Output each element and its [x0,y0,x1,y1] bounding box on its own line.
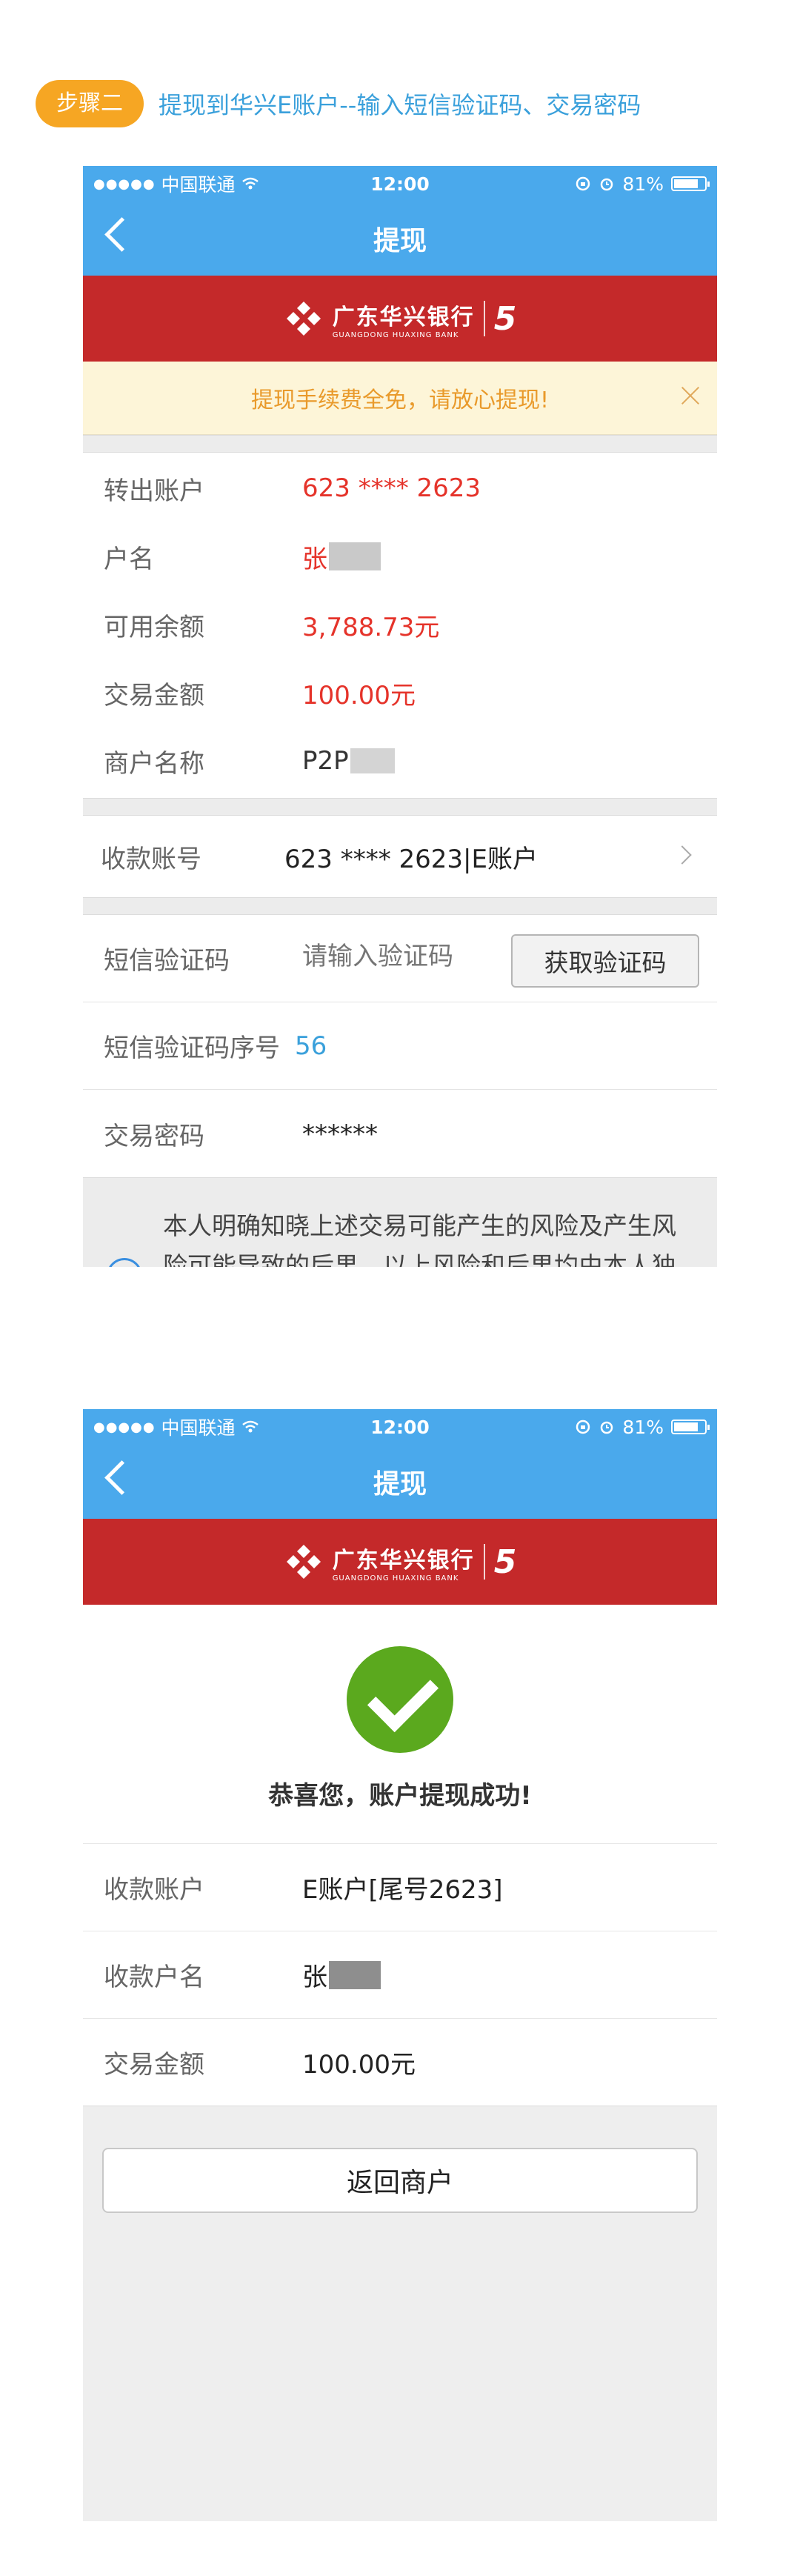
info-value: P2P [302,746,349,776]
bank-name-en: GUANGDONG HUAXING BANK [332,1574,459,1582]
result-value: 张 [302,1963,327,1992]
account-info: 转出账户 623 **** 2623 户名 张 可用余额 3,788.73元 交易金额… [83,454,717,795]
status-bar: ●●●●● 中国联通 12:00 81% [83,1409,717,1445]
password-field[interactable]: ****** [302,1119,378,1149]
bank-name: 广东华兴银行 [332,304,475,330]
info-row: 可用余额 3,788.73元 [83,590,717,659]
status-bar: ●●●●● 中国联通 12:00 81% [83,166,717,202]
receive-value: 623 **** 2623|E账户 [284,844,538,874]
info-row: 转出账户 623 **** 2623 [83,454,717,522]
info-value: 张 [302,544,327,574]
sms-code-label: 短信验证码 [104,946,230,976]
redacted-mask [329,542,381,570]
close-icon[interactable] [679,384,702,407]
info-row: 户名 张 [83,522,717,590]
bank-name: 广东华兴银行 [332,1547,475,1574]
status-time: 12:00 [370,1416,430,1438]
password-row: 交易密码 ****** [83,1090,717,1177]
info-row: 商户名称 P2P [83,727,717,795]
step-title: 提现到华兴E账户--输入短信验证码、交易密码 [159,91,641,119]
redacted-mask [350,748,395,773]
result-value: 100.00元 [302,2050,416,2080]
status-time: 12:00 [370,173,430,195]
bottom-area: 返回商户 [83,2106,717,2521]
back-icon[interactable] [104,1460,139,1495]
battery-icon [671,176,710,191]
bank-name-en: GUANGDONG HUAXING BANK [332,330,459,339]
receive-label: 收款账号 [101,844,201,874]
info-row: 交易金额 100.00元 [83,659,717,727]
bank-logo-icon [286,1545,321,1579]
agreement-text: 本人明确知晓上述交易可能产生的风险及产生风险可能导致的后果。以上风险和后果均由本… [163,1211,676,1267]
info-label: 可用余额 [104,612,204,642]
result-row: 收款账户 E账户[尾号2623] [83,1843,717,1931]
nav-bar: 提现 [83,202,717,276]
result-label: 交易金额 [104,2050,204,2080]
result-row: 收款户名 张 [83,1931,717,2018]
nav-bar: 提现 [83,1445,717,1519]
fee-notice-text: 提现手续费全免，请放心提现! [250,387,550,413]
result-label: 收款户名 [104,1963,204,1992]
return-merchant-button[interactable]: 返回商户 [102,2148,698,2213]
info-value: 100.00元 [302,680,416,710]
get-sms-code-button[interactable]: 获取验证码 [511,934,699,988]
bank-anniversary-number: 5 [493,1542,517,1581]
result-label: 收款账户 [104,1875,204,1905]
success-message: 恭喜您，账户提现成功! [268,1781,532,1811]
sms-seq-value: 56 [295,1031,327,1061]
info-value: 623 **** 2623 [302,473,481,503]
step-header: 步骤二 提现到华兴E账户--输入短信验证码、交易密码 [36,80,641,127]
success-check-icon [347,1646,453,1753]
page-title: 提现 [373,226,427,256]
sms-code-row: 短信验证码 获取验证码 [83,915,717,1002]
password-label: 交易密码 [104,1121,204,1151]
redacted-mask [329,1960,381,1989]
info-label: 户名 [104,544,154,574]
agreement-block: 本人明确知晓上述交易可能产生的风险及产生风险可能导致的后果。以上风险和后果均由本… [83,1177,717,1267]
back-icon[interactable] [104,217,139,252]
bank-anniversary-number: 5 [493,299,517,338]
sms-seq-label: 短信验证码序号 [104,1034,280,1063]
bank-logo-icon [286,302,321,336]
page-title: 提现 [373,1469,427,1500]
info-value: 3,788.73元 [302,612,440,642]
result-value: E账户[尾号2623] [302,1875,503,1905]
receive-account-row[interactable]: 收款账号 623 **** 2623|E账户 [83,816,717,897]
sms-seq-row: 短信验证码序号 56 [83,1002,717,1090]
result-row: 交易金额 100.00元 [83,2018,717,2106]
step-badge: 步骤二 [36,80,144,127]
bank-banner: 广东华兴银行 GUANGDONG HUAXING BANK 5 [83,1519,717,1605]
chevron-right-icon [673,845,692,865]
bank-banner: 广东华兴银行 GUANGDONG HUAXING BANK 5 [83,276,717,362]
phone-screen-withdraw: ●●●●● 中国联通 12:00 81% 提现 广东华兴银行 GUANGDONG… [83,166,717,1267]
agree-radio[interactable] [107,1258,142,1267]
info-label: 商户名称 [104,748,204,779]
phone-screen-success: ●●●●● 中国联通 12:00 81% 提现 广东华兴银行 GUANGDONG… [83,1409,717,2537]
info-label: 交易金额 [104,680,204,710]
fee-notice: 提现手续费全免，请放心提现! [83,362,717,435]
battery-icon [671,1420,710,1434]
sms-code-input[interactable] [302,942,517,971]
info-label: 转出账户 [104,476,204,506]
